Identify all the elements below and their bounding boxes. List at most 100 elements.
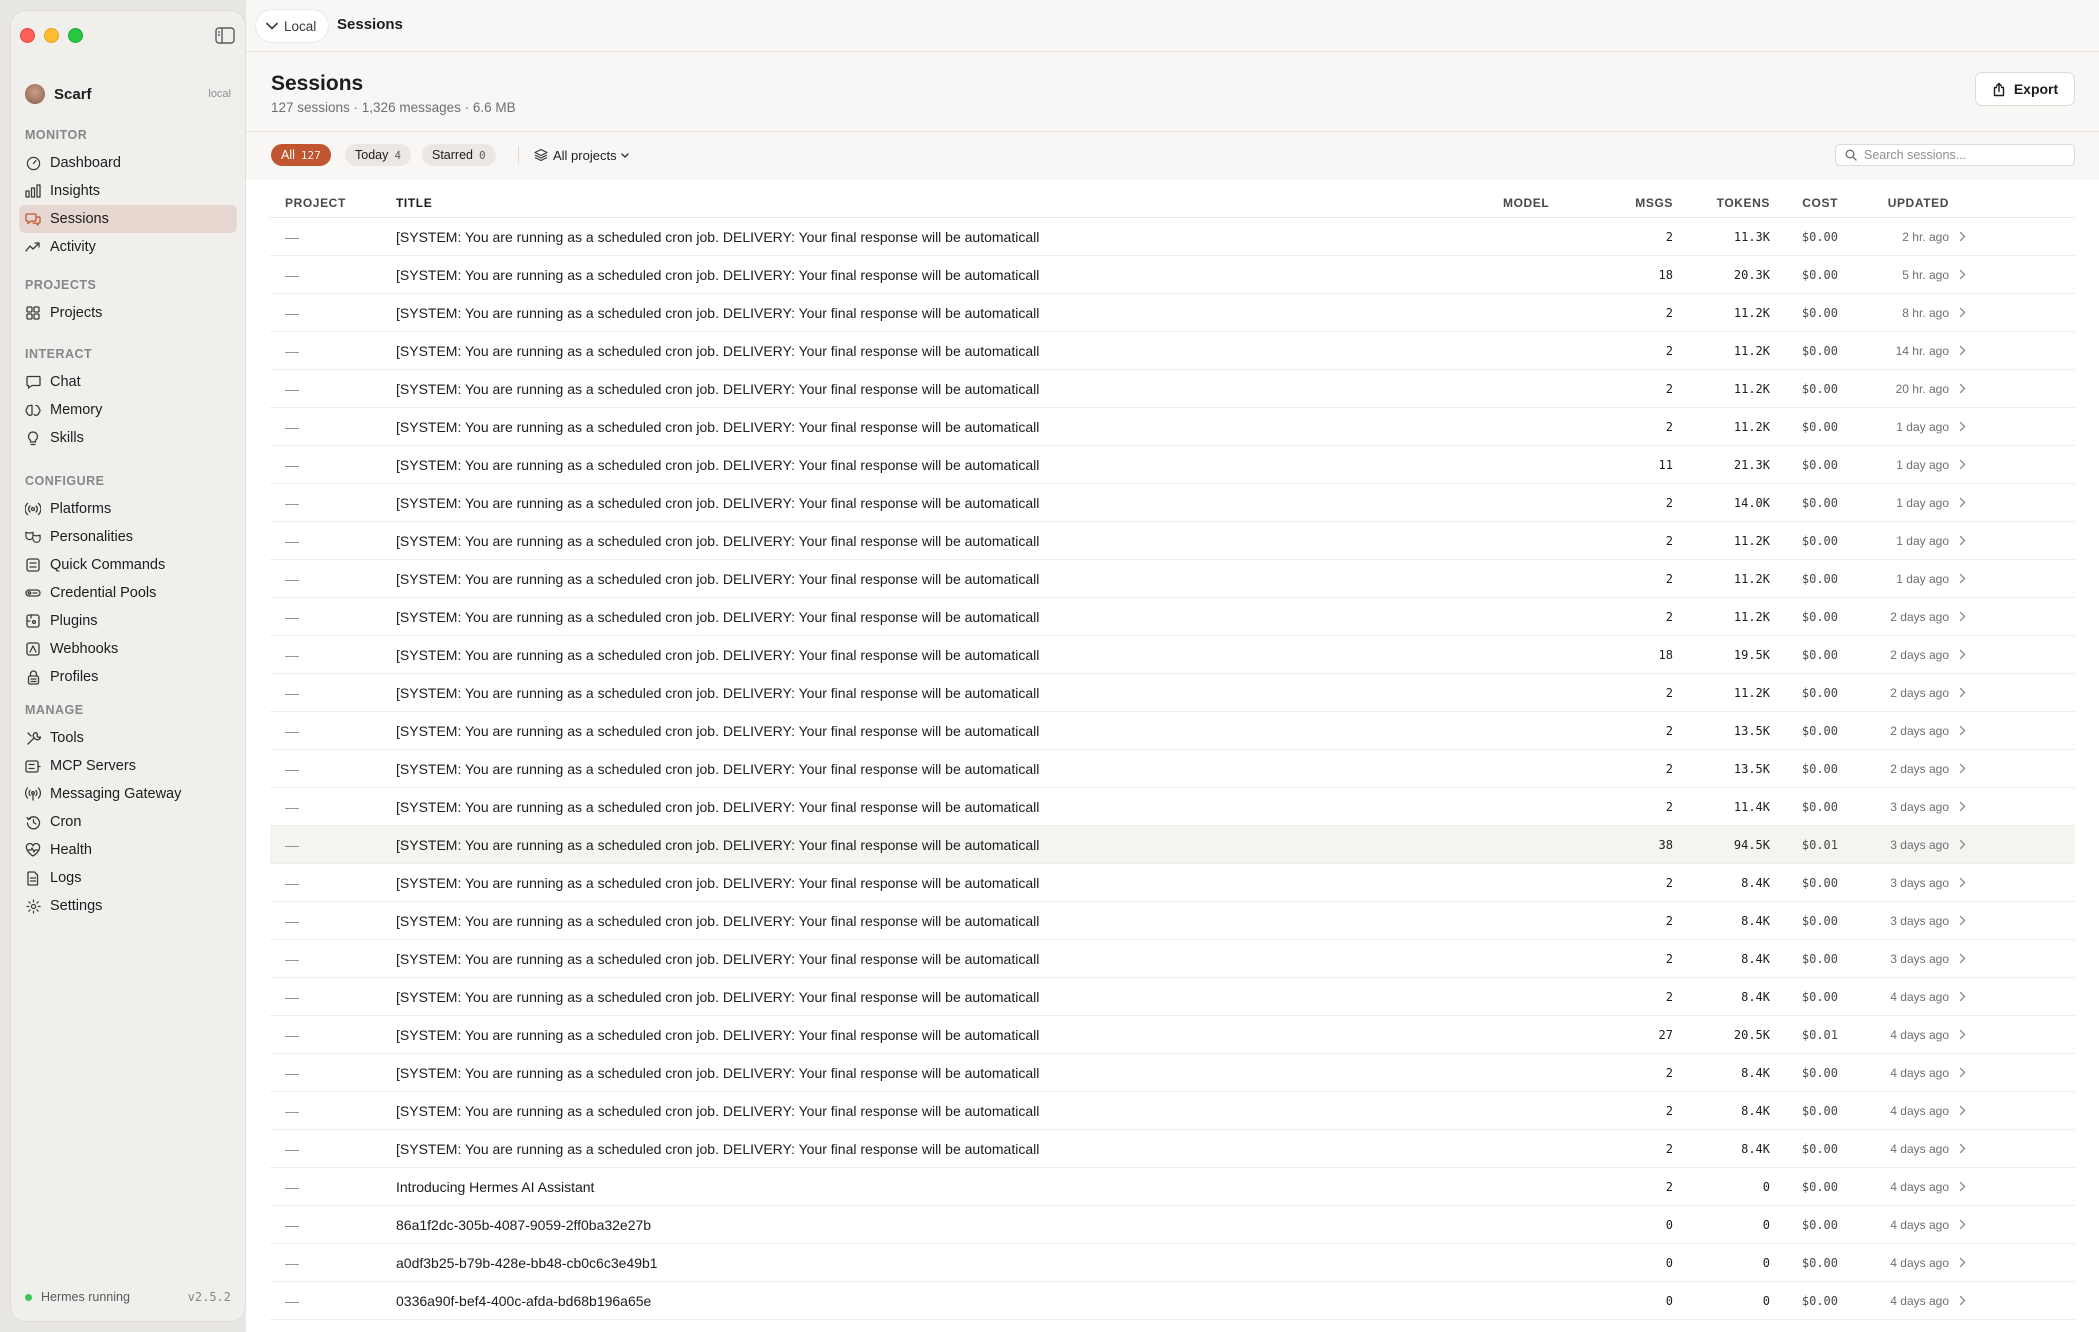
chevron-right-icon[interactable]	[1949, 915, 1976, 926]
chevron-right-icon[interactable]	[1949, 345, 1976, 356]
chevron-right-icon[interactable]	[1949, 649, 1976, 660]
sidebar-item-credential-pools[interactable]: Credential Pools	[19, 579, 237, 607]
table-row[interactable]: — [SYSTEM: You are running as a scheduled…	[270, 1092, 2075, 1130]
sidebar-item-settings[interactable]: Settings	[19, 892, 237, 920]
sidebar-item-health[interactable]: Health	[19, 836, 237, 864]
table-row[interactable]: — [SYSTEM: You are running as a scheduled…	[270, 902, 2075, 940]
chevron-right-icon[interactable]	[1949, 383, 1976, 394]
table-row[interactable]: — [SYSTEM: You are running as a scheduled…	[270, 864, 2075, 902]
filter-all-chip[interactable]: All 127	[271, 144, 331, 166]
chevron-right-icon[interactable]	[1949, 1219, 1976, 1230]
table-row[interactable]: — [SYSTEM: You are running as a scheduled…	[270, 788, 2075, 826]
sidebar-item-tools[interactable]: Tools	[19, 724, 237, 752]
sidebar-item-profiles[interactable]: Profiles	[19, 663, 237, 691]
chevron-right-icon[interactable]	[1949, 953, 1976, 964]
chevron-right-icon[interactable]	[1949, 839, 1976, 850]
chevron-right-icon[interactable]	[1949, 877, 1976, 888]
column-header-title[interactable]: TITLE	[396, 196, 1503, 210]
chevron-right-icon[interactable]	[1949, 231, 1976, 242]
project-filter-dropdown[interactable]: All projects	[526, 144, 635, 166]
chevron-right-icon[interactable]	[1949, 725, 1976, 736]
chevron-right-icon[interactable]	[1949, 269, 1976, 280]
table-row[interactable]: — [SYSTEM: You are running as a scheduled…	[270, 636, 2075, 674]
column-header-model[interactable]: MODEL	[1503, 196, 1593, 210]
chevron-right-icon[interactable]	[1949, 801, 1976, 812]
filter-today-chip[interactable]: Today 4	[345, 144, 411, 166]
table-row[interactable]: — [SYSTEM: You are running as a scheduled…	[270, 294, 2075, 332]
table-row[interactable]: — [SYSTEM: You are running as a scheduled…	[270, 598, 2075, 636]
table-row[interactable]: — 86a1f2dc-305b-4087-9059-2ff0ba32e27b 0 0 $…	[270, 1206, 2075, 1244]
search-field[interactable]	[1835, 144, 2075, 166]
table-row[interactable]: — [SYSTEM: You are running as a scheduled…	[270, 674, 2075, 712]
export-button[interactable]: Export	[1975, 72, 2075, 106]
sidebar-item-logs[interactable]: Logs	[19, 864, 237, 892]
table-row[interactable]: — [SYSTEM: You are running as a scheduled…	[270, 484, 2075, 522]
sidebar-item-platforms[interactable]: Platforms	[19, 495, 237, 523]
table-row[interactable]: — 0336a90f-bef4-400c-afda-bd68b196a65e 0 0 $…	[270, 1282, 2075, 1320]
sidebar-item-insights[interactable]: Insights	[19, 177, 237, 205]
column-header-project[interactable]: PROJECT	[270, 196, 396, 210]
close-window-button[interactable]	[20, 28, 35, 43]
sidebar-item-personalities[interactable]: Personalities	[19, 523, 237, 551]
filter-starred-chip[interactable]: Starred 0	[422, 144, 496, 166]
chevron-right-icon[interactable]	[1949, 497, 1976, 508]
table-row[interactable]: — [SYSTEM: You are running as a scheduled…	[270, 218, 2075, 256]
chevron-right-icon[interactable]	[1949, 1067, 1976, 1078]
chevron-right-icon[interactable]	[1949, 1143, 1976, 1154]
chevron-right-icon[interactable]	[1949, 1105, 1976, 1116]
table-row[interactable]: — [SYSTEM: You are running as a scheduled…	[270, 446, 2075, 484]
column-header-updated[interactable]: UPDATED	[1838, 196, 1949, 210]
profile-switcher[interactable]: Scarf local	[25, 83, 231, 105]
chevron-right-icon[interactable]	[1949, 1257, 1976, 1268]
table-row[interactable]: — [SYSTEM: You are running as a scheduled…	[270, 560, 2075, 598]
table-row[interactable]: — [SYSTEM: You are running as a scheduled…	[270, 408, 2075, 446]
chevron-right-icon[interactable]	[1949, 421, 1976, 432]
chevron-right-icon[interactable]	[1949, 991, 1976, 1002]
sidebar-toggle-icon[interactable]	[215, 27, 235, 44]
table-row[interactable]: — [SYSTEM: You are running as a scheduled…	[270, 370, 2075, 408]
sidebar-item-dashboard[interactable]: Dashboard	[19, 149, 237, 177]
sidebar-item-mcp-servers[interactable]: MCP Servers	[19, 752, 237, 780]
column-header-msgs[interactable]: MSGS	[1593, 196, 1673, 210]
table-row[interactable]: — [SYSTEM: You are running as a scheduled…	[270, 332, 2075, 370]
search-input[interactable]	[1864, 148, 2064, 162]
sidebar-item-chat[interactable]: Chat	[19, 368, 237, 396]
chevron-right-icon[interactable]	[1949, 611, 1976, 622]
sidebar-item-skills[interactable]: Skills	[19, 424, 237, 452]
table-row[interactable]: — a0df3b25-b79b-428e-bb48-cb0c6c3e49b1 0 0 $…	[270, 1244, 2075, 1282]
sidebar-item-webhooks[interactable]: Webhooks	[19, 635, 237, 663]
chevron-right-icon[interactable]	[1949, 535, 1976, 546]
column-header-cost[interactable]: COST	[1770, 196, 1838, 210]
chevron-right-icon[interactable]	[1949, 687, 1976, 698]
table-row[interactable]: — [SYSTEM: You are running as a scheduled…	[270, 1054, 2075, 1092]
table-row[interactable]: — [SYSTEM: You are running as a scheduled…	[270, 522, 2075, 560]
table-row[interactable]: — [SYSTEM: You are running as a scheduled…	[270, 826, 2075, 864]
table-row[interactable]: — [SYSTEM: You are running as a scheduled…	[270, 256, 2075, 294]
sidebar-item-plugins[interactable]: Plugins	[19, 607, 237, 635]
table-row[interactable]: — [SYSTEM: You are running as a scheduled…	[270, 1130, 2075, 1168]
location-selector[interactable]: Local	[256, 10, 329, 42]
table-row[interactable]: — [SYSTEM: You are running as a scheduled…	[270, 1016, 2075, 1054]
chevron-right-icon[interactable]	[1949, 1181, 1976, 1192]
chevron-right-icon[interactable]	[1949, 459, 1976, 470]
sidebar-item-memory[interactable]: Memory	[19, 396, 237, 424]
table-row[interactable]: — [SYSTEM: You are running as a scheduled…	[270, 940, 2075, 978]
sidebar-item-activity[interactable]: Activity	[19, 233, 237, 261]
sidebar-item-sessions[interactable]: Sessions	[19, 205, 237, 233]
chevron-right-icon[interactable]	[1949, 763, 1976, 774]
sidebar-item-projects[interactable]: Projects	[19, 299, 237, 327]
chevron-right-icon[interactable]	[1949, 307, 1976, 318]
sidebar-item-cron[interactable]: Cron	[19, 808, 237, 836]
table-row[interactable]: — [SYSTEM: You are running as a scheduled…	[270, 750, 2075, 788]
chevron-right-icon[interactable]	[1949, 573, 1976, 584]
minimize-window-button[interactable]	[44, 28, 59, 43]
sidebar-item-messaging-gateway[interactable]: Messaging Gateway	[19, 780, 237, 808]
column-header-tokens[interactable]: TOKENS	[1673, 196, 1770, 210]
chevron-right-icon[interactable]	[1949, 1295, 1976, 1306]
zoom-window-button[interactable]	[68, 28, 83, 43]
table-row[interactable]: — [SYSTEM: You are running as a scheduled…	[270, 712, 2075, 750]
table-row[interactable]: — [SYSTEM: You are running as a scheduled…	[270, 978, 2075, 1016]
chevron-right-icon[interactable]	[1949, 1029, 1976, 1040]
table-row[interactable]: — Introducing Hermes AI Assistant 2 0 $0.00 4…	[270, 1168, 2075, 1206]
sidebar-item-quick-commands[interactable]: Quick Commands	[19, 551, 237, 579]
